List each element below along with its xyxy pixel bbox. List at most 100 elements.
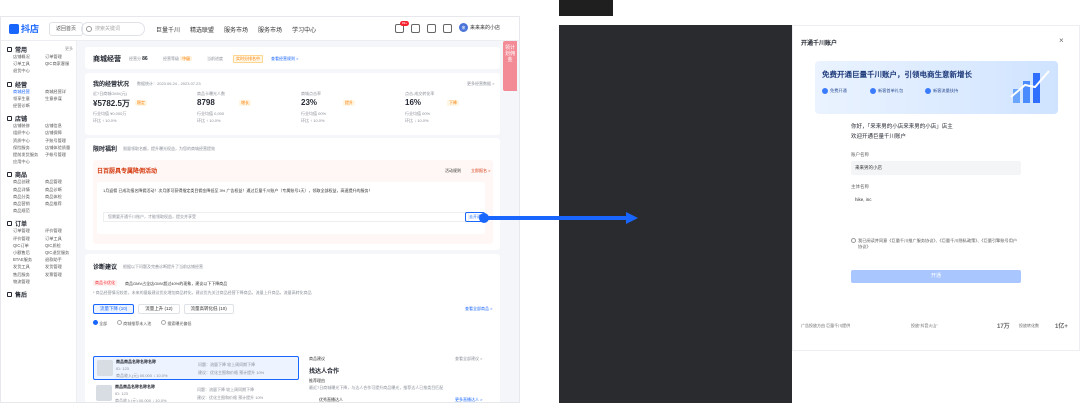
level-label: 经营等级 中级 bbox=[163, 56, 193, 61]
logo[interactable]: 抖店 bbox=[9, 22, 39, 35]
footer-left: 广告投放方由 巨量千川提供 bbox=[801, 323, 851, 328]
close-icon[interactable]: × bbox=[1059, 36, 1064, 45]
sidebar-item[interactable]: 商品创建 bbox=[13, 179, 30, 185]
sidebar-item[interactable]: 订单管理 bbox=[13, 228, 30, 234]
sidebar-item[interactable]: 商品详情 bbox=[13, 187, 30, 193]
sidebar-item[interactable]: 售后服务 bbox=[13, 272, 30, 278]
sidebar-item[interactable]: 商品营销 bbox=[13, 201, 30, 207]
sidebar-item[interactable]: 子账号管理 bbox=[45, 138, 66, 144]
nav-item[interactable]: 精选联盟 bbox=[190, 25, 214, 34]
footer-mid-num: 17万 bbox=[997, 324, 1010, 330]
more-data-link[interactable]: 更多经营数据 > bbox=[467, 81, 494, 87]
sidebar-item[interactable]: 领享生意 bbox=[13, 96, 30, 102]
tab-traffic-down[interactable]: 流量下降 (10) bbox=[93, 304, 135, 314]
sidebar-item[interactable]: 店铺信息 bbox=[45, 123, 62, 129]
sidebar-item[interactable]: 退货中心 bbox=[13, 68, 30, 74]
metric-tag: 下降 bbox=[447, 100, 459, 106]
rules-link[interactable]: 查看经营规则 > bbox=[271, 56, 298, 62]
sidebar-item[interactable]: 组织中心 bbox=[13, 130, 30, 136]
sidebar-item[interactable]: 提前发货服务 bbox=[13, 152, 38, 158]
sidebar-section-header[interactable]: 常用 bbox=[7, 45, 27, 54]
tab-traffic-up[interactable]: 流量上升 (12) bbox=[138, 304, 180, 314]
metric-tag: 提升 bbox=[343, 100, 355, 106]
side-float-tab[interactable]: 领计划佣金 bbox=[503, 41, 517, 91]
sidebar-item[interactable]: 商品分类 bbox=[13, 194, 30, 200]
sidebar-item[interactable]: 商城经营详 bbox=[45, 89, 66, 95]
sidebar-section-header[interactable]: 店铺 bbox=[7, 114, 27, 123]
sidebar-item[interactable]: 商品规范 bbox=[13, 208, 30, 214]
sidebar-item[interactable]: 资质中心 bbox=[13, 138, 30, 144]
sidebar-item[interactable]: QIC退货服务 bbox=[45, 250, 69, 256]
user-menu[interactable]: 来来来来的小店 bbox=[459, 23, 500, 32]
diagnosis-note: * 商品经营情况较差，未来的量级建议优化增加商品转化，建议优先关注商品经营下降商… bbox=[93, 290, 312, 295]
product-row[interactable]: 商品商品名称名称名称 ID: 123 商品收入(元) 00,000 ↓ 10.0% 问… bbox=[93, 382, 299, 402]
radio-all[interactable]: 全部 bbox=[93, 320, 107, 327]
sidebar-item[interactable]: 退款助手 bbox=[45, 257, 62, 263]
sidebar-item[interactable]: 应用中心 bbox=[13, 159, 30, 165]
sidebar-item[interactable]: 商品诊断 bbox=[45, 187, 62, 193]
activity-rules-link[interactable]: 活动规则 bbox=[445, 168, 461, 174]
metric-change: 环比 ↓ 10.0% bbox=[405, 118, 429, 123]
product-row[interactable]: 商品商品名称名称名称 ID: 123 商品收入(元) 00,000 ↓ 10.0% 问… bbox=[93, 356, 299, 380]
suggestion-link[interactable]: 查看全部建议 > bbox=[455, 356, 482, 362]
sidebar-item[interactable]: 评价管理 bbox=[13, 236, 30, 242]
sidebar-item[interactable]: 小额售后 bbox=[13, 250, 30, 256]
welcome-text: 欢迎开通巨量千川账户 bbox=[851, 134, 907, 140]
diagnosis-tabs: 流量下降 (10) 流量上升 (12) 流量高转化低 (10) bbox=[93, 304, 234, 314]
sidebar-item[interactable]: 店铺装修 bbox=[13, 123, 30, 129]
account-name-field[interactable]: 来来男的小店 bbox=[851, 161, 1021, 175]
nav-item[interactable]: 服务市场 bbox=[224, 25, 248, 34]
app-icon[interactable] bbox=[443, 24, 452, 33]
sidebar-item[interactable]: 店铺概况 bbox=[13, 54, 30, 60]
sidebar-item[interactable]: 商品管理 bbox=[45, 179, 62, 185]
tab-high-traffic-low-conv[interactable]: 流量高转化低 (10) bbox=[183, 304, 234, 314]
section-icon bbox=[7, 292, 12, 297]
reason-text: 最近7日商城曝光下降，与达人合作可提升商品曝光，推荐达人已按类目匹配 bbox=[309, 385, 444, 390]
sidebar-item[interactable]: BTAE服务 bbox=[13, 257, 32, 263]
activity-title: 日百厨具专属降佣活动 bbox=[97, 169, 158, 175]
sidebar-more-link[interactable]: 更多 bbox=[65, 46, 73, 52]
sidebar-item[interactable]: 商品推荐 bbox=[45, 201, 62, 207]
sidebar-item[interactable]: 评价管理 bbox=[45, 228, 62, 234]
sidebar-item[interactable]: QIC商家客服 bbox=[45, 61, 69, 67]
sidebar-item[interactable]: 经营诊断 bbox=[13, 103, 30, 109]
home-button[interactable]: 返回首页 bbox=[49, 22, 84, 36]
sidebar-item[interactable]: QIC订单 bbox=[13, 243, 29, 249]
sidebar-item[interactable]: 子帐号管理 bbox=[45, 152, 66, 158]
sidebar-item[interactable]: 订单工具 bbox=[13, 61, 30, 67]
sidebar-item[interactable]: 发货工具 bbox=[13, 264, 30, 270]
radio-not-in-pool[interactable]: 商城推荐未入池 bbox=[117, 320, 151, 327]
sidebar-item[interactable]: QIC质检 bbox=[45, 243, 61, 249]
sidebar-item[interactable]: 订单工具 bbox=[45, 236, 62, 242]
sidebar-item[interactable]: 保险服务 bbox=[13, 145, 30, 151]
nav-item[interactable]: 学习中心 bbox=[292, 25, 316, 34]
modal-title: 开通千川账户 bbox=[801, 41, 838, 47]
sidebar-item[interactable]: 订单管理 bbox=[45, 54, 62, 60]
dark-overlay-panel bbox=[559, 25, 792, 403]
enroll-link[interactable]: 立即报名 > bbox=[471, 168, 490, 174]
sidebar-item[interactable]: 发货管理 bbox=[45, 264, 62, 270]
sidebar-item[interactable]: 店铺体验质量 bbox=[45, 145, 70, 151]
nav-item[interactable]: 服务市场 bbox=[258, 25, 282, 34]
metric-benchmark: 行业均值 00% bbox=[301, 111, 327, 116]
sidebar-item[interactable]: 商品体检 bbox=[45, 194, 62, 200]
agreement-text[interactable]: 我已阅读并同意《巨量千川推广服务协议》、《巨量千川隐私政策》、《巨量引擎账号用户… bbox=[858, 238, 1018, 250]
agree-checkbox[interactable] bbox=[851, 238, 856, 243]
all-products-link[interactable]: 查看全部商品 > bbox=[465, 306, 492, 312]
submit-button[interactable]: 开通 bbox=[851, 270, 1021, 283]
sidebar-item[interactable]: 店铺保障 bbox=[45, 130, 62, 136]
status-title: 我的经营状况 bbox=[93, 82, 130, 88]
radio-low-exposure[interactable]: 搜索曝光偏低 bbox=[161, 320, 191, 327]
nav-item[interactable]: 巨量千川 bbox=[156, 25, 180, 34]
sidebar-section-header[interactable]: 经营 bbox=[7, 80, 27, 89]
bell-icon[interactable]: 99+ bbox=[395, 21, 409, 33]
sidebar-section-header[interactable]: 售后 bbox=[7, 290, 27, 299]
sidebar-item[interactable]: 商城经营 bbox=[13, 89, 30, 95]
activity-panel: 日百厨具专属降佣活动 活动规则 立即报名 > 1月返佣 已成功报名降佣活动！次月… bbox=[93, 160, 493, 244]
sidebar-item[interactable]: 生意参谋 bbox=[45, 96, 62, 102]
sidebar-item[interactable]: 物流管理 bbox=[13, 279, 30, 285]
more-creators-link[interactable]: 更多直播达人 > bbox=[455, 397, 482, 402]
message-icon[interactable] bbox=[411, 24, 420, 33]
help-icon[interactable] bbox=[427, 24, 436, 33]
sidebar-item[interactable]: 发票管理 bbox=[45, 272, 62, 278]
